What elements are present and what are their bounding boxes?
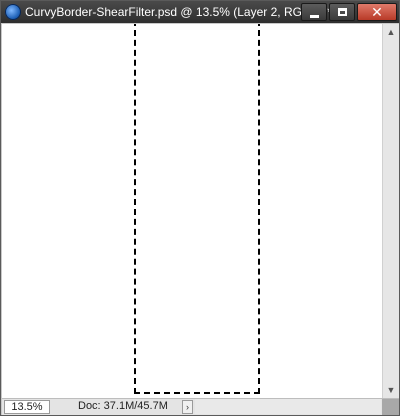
maximize-button[interactable] [329, 3, 355, 21]
title-bar[interactable]: CurvyBorder-ShearFilter.psd @ 13.5% (Lay… [1, 1, 399, 23]
document-canvas[interactable] [2, 24, 382, 398]
close-button[interactable]: ✕ [357, 3, 397, 21]
document-window: CurvyBorder-ShearFilter.psd @ 13.5% (Lay… [0, 0, 400, 416]
minimize-icon [310, 15, 319, 18]
resize-corner[interactable] [382, 399, 399, 415]
status-menu-button[interactable]: › [182, 400, 193, 414]
photoshop-document-icon[interactable] [5, 4, 21, 20]
maximize-icon [338, 8, 347, 16]
status-bar: 13.5% Doc: 37.1M/45.7M › [2, 398, 399, 415]
selection-marquee[interactable] [134, 24, 260, 394]
horizontal-scrollbar[interactable] [195, 399, 381, 414]
scroll-up-icon[interactable]: ▲ [383, 24, 399, 40]
close-icon: ✕ [371, 4, 383, 20]
scroll-down-icon[interactable]: ▼ [383, 382, 399, 398]
vertical-scrollbar[interactable]: ▲ ▼ [382, 24, 399, 398]
window-controls: ✕ [301, 3, 397, 21]
document-size-info: Doc: 37.1M/45.7M [78, 400, 168, 412]
minimize-button[interactable] [301, 3, 327, 21]
window-title: CurvyBorder-ShearFilter.psd @ 13.5% (Lay… [25, 5, 332, 19]
zoom-level-field[interactable]: 13.5% [4, 400, 50, 414]
